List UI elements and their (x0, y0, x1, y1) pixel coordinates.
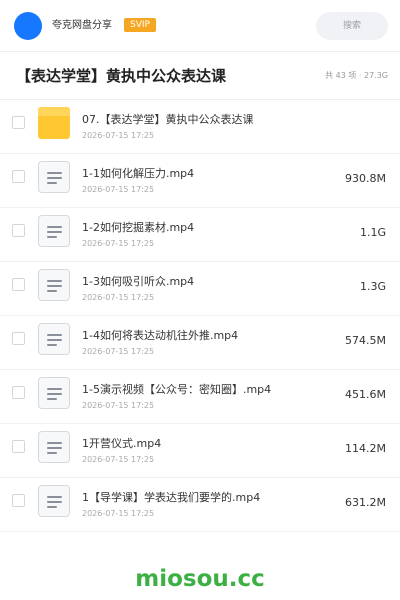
top-bar: 夸克网盘分享 SVIP 搜索 (0, 0, 400, 52)
file-row[interactable]: 1-1如何化解压力.mp4 2026-07-15 17:25 930.8M (0, 154, 400, 208)
row-checkbox[interactable] (12, 278, 25, 291)
file-name: 1-4如何将表达动机往外推.mp4 (82, 329, 239, 342)
row-checkbox[interactable] (12, 224, 25, 237)
share-summary: 共 43 项 · 27.3G (325, 71, 388, 80)
file-row[interactable]: 1-3如何吸引听众.mp4 2026-07-15 17:25 1.3G (0, 262, 400, 316)
file-size: 631.2M (345, 496, 386, 509)
row-checkbox[interactable] (12, 440, 25, 453)
video-file-icon (38, 485, 70, 517)
file-date: 2026-07-15 17:25 (82, 509, 155, 518)
share-title-row: 【表达学堂】黄执中公众表达课 共 43 项 · 27.3G (0, 52, 400, 100)
row-checkbox[interactable] (12, 494, 25, 507)
file-name: 1【导学课】学表达我们要学的.mp4 (82, 491, 261, 504)
file-date: 2026-07-15 17:25 (82, 185, 155, 194)
video-file-icon (38, 431, 70, 463)
file-date: 2026-07-15 17:25 (82, 239, 155, 248)
uploader-name: 夸克网盘分享 (52, 20, 112, 31)
file-name: 1-2如何挖掘素材.mp4 (82, 221, 195, 234)
file-row[interactable]: 1-4如何将表达动机往外推.mp4 2026-07-15 17:25 574.5… (0, 316, 400, 370)
file-name: 1-5演示视频【公众号：密知圈】.mp4 (82, 383, 272, 396)
vip-badge: SVIP (124, 18, 156, 32)
file-date: 2026-07-15 17:25 (82, 293, 155, 302)
row-checkbox[interactable] (12, 386, 25, 399)
file-size: 1.3G (359, 280, 386, 293)
file-date: 2026-07-15 17:25 (82, 131, 155, 140)
avatar[interactable] (14, 12, 42, 40)
watermark: miosou.cc (135, 566, 265, 592)
file-size: 1.1G (359, 226, 386, 239)
file-name: 1开营仪式.mp4 (82, 437, 162, 450)
folder-icon (38, 107, 70, 139)
video-file-icon (38, 269, 70, 301)
file-list: 07.【表达学堂】黄执中公众表达课 2026-07-15 17:25 1-1如何… (0, 100, 400, 532)
file-date: 2026-07-15 17:25 (82, 455, 155, 464)
video-file-icon (38, 161, 70, 193)
file-row[interactable]: 1【导学课】学表达我们要学的.mp4 2026-07-15 17:25 631.… (0, 478, 400, 532)
file-size: 930.8M (345, 172, 386, 185)
file-date: 2026-07-15 17:25 (82, 401, 155, 410)
file-size: 574.5M (345, 334, 386, 347)
file-size: 451.6M (345, 388, 386, 401)
row-checkbox[interactable] (12, 170, 25, 183)
video-file-icon (38, 377, 70, 409)
file-row[interactable]: 1开营仪式.mp4 2026-07-15 17:25 114.2M (0, 424, 400, 478)
search-input[interactable]: 搜索 (316, 12, 388, 40)
file-date: 2026-07-15 17:25 (82, 347, 155, 356)
page-title: 【表达学堂】黄执中公众表达课 (16, 67, 227, 85)
file-name: 1-1如何化解压力.mp4 (82, 167, 195, 180)
file-size: 114.2M (345, 442, 386, 455)
file-row[interactable]: 1-5演示视频【公众号：密知圈】.mp4 2026-07-15 17:25 45… (0, 370, 400, 424)
file-row[interactable]: 1-2如何挖掘素材.mp4 2026-07-15 17:25 1.1G (0, 208, 400, 262)
file-name: 1-3如何吸引听众.mp4 (82, 275, 195, 288)
file-row-folder[interactable]: 07.【表达学堂】黄执中公众表达课 2026-07-15 17:25 (0, 100, 400, 154)
row-checkbox[interactable] (12, 332, 25, 345)
video-file-icon (38, 215, 70, 247)
video-file-icon (38, 323, 70, 355)
file-name: 07.【表达学堂】黄执中公众表达课 (82, 113, 254, 126)
row-checkbox[interactable] (12, 116, 25, 129)
